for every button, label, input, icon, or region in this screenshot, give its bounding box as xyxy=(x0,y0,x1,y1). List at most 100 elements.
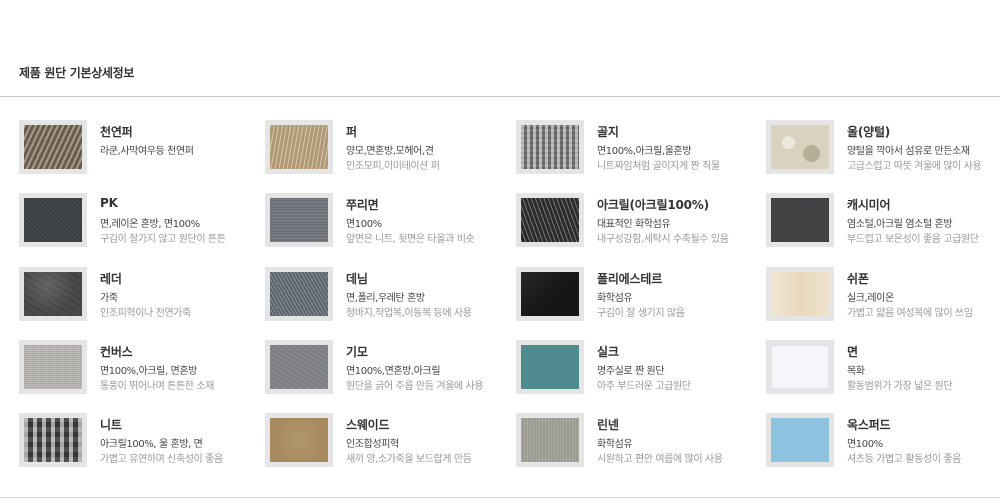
fabric-name: 스웨이드 xyxy=(346,418,390,432)
fabric-description: 아주 부드러운 고급원단 xyxy=(597,381,691,392)
fabric-thumbnail xyxy=(265,120,333,174)
fabric-name: 캐시미어 xyxy=(847,198,891,212)
fabric-item: 아크릴(아크릴100%) 대표적인 화학섬유 내구성강함,세탁시 수축될수 있음 xyxy=(516,193,766,249)
fabric-name: 면 xyxy=(847,345,858,359)
fabric-thumbnail xyxy=(516,413,584,467)
fabric-item: 옥스퍼드 면100% 셔츠등 가볍고 활동성이 좋음 xyxy=(766,413,1000,469)
fabric-material: 면100%,면혼방,아크릴 xyxy=(346,366,441,377)
fabric-description: 시원하고 편안 여름에 많이 사용 xyxy=(597,454,723,465)
fabric-item: 캐시미어 염소털,아크릴 염소털 혼방 부드럽고 보온성이 좋음 고급원단 xyxy=(766,193,1000,249)
fabric-item: 울(양털) 양털을 깍아서 섬유로 만든소재 고급스럽고 따뜻 겨울에 많이 사… xyxy=(766,120,1000,176)
fabric-thumbnail xyxy=(766,193,834,247)
fabric-name: 레더 xyxy=(100,272,122,286)
fabric-material: 대표적인 화학섬유 xyxy=(597,219,671,230)
fabric-item: 레더 가죽 인조피혁이나 천연가죽 xyxy=(19,267,269,323)
fabric-material: 염소털,아크릴 염소털 혼방 xyxy=(847,219,953,230)
fabric-thumbnail xyxy=(265,193,333,247)
fabric-thumbnail xyxy=(766,120,834,174)
fabric-name: 니트 xyxy=(100,418,122,432)
section-title: 제품 원단 기본상세정보 xyxy=(19,66,135,80)
fabric-description: 구김이 잘 생기지 않음 xyxy=(597,308,685,319)
fabric-description: 활동범위가 가장 넓은 원단 xyxy=(847,381,953,392)
fabric-thumbnail xyxy=(516,267,584,321)
fabric-name: 옥스퍼드 xyxy=(847,418,891,432)
fabric-swatch xyxy=(270,272,328,316)
fabric-item: 골지 면100%,아크릴,울혼방 니트짜임처럼 골이지게 짠 직물 xyxy=(516,120,766,176)
fabric-swatch xyxy=(24,125,82,169)
fabric-description: 원단을 긁어 주름 만듬 겨울에 사용 xyxy=(346,381,484,392)
fabric-swatch xyxy=(521,125,579,169)
fabric-name: 천연퍼 xyxy=(100,125,133,139)
bottom-divider xyxy=(0,497,1000,498)
fabric-swatch xyxy=(270,345,328,389)
fabric-material: 면100%,아크릴, 면혼방 xyxy=(100,366,197,377)
fabric-item: 폴리에스테르 화학섬유 구김이 잘 생기지 않음 xyxy=(516,267,766,323)
fabric-description: 통풍이 뛰어나며 튼튼한 소재 xyxy=(100,381,214,392)
fabric-swatch xyxy=(771,198,829,242)
fabric-swatch xyxy=(24,272,82,316)
fabric-item: 컨버스 면100%,아크릴, 면혼방 통풍이 뛰어나며 튼튼한 소재 xyxy=(19,340,269,396)
fabric-swatch xyxy=(771,125,829,169)
fabric-thumbnail xyxy=(516,193,584,247)
fabric-name: 쉬폰 xyxy=(847,272,869,286)
fabric-material: 면100% xyxy=(346,219,382,230)
fabric-item: 린넨 화학섬유 시원하고 편안 여름에 많이 사용 xyxy=(516,413,766,469)
fabric-material: 면,레이온 혼방, 면100% xyxy=(100,219,200,230)
fabric-swatch xyxy=(24,418,82,462)
fabric-material: 면100% xyxy=(847,439,883,450)
fabric-name: 울(양털) xyxy=(847,125,891,139)
fabric-thumbnail xyxy=(265,340,333,394)
fabric-item: 니트 아크릴100%, 울 혼방, 면 가볍고 유연하며 신축성이 좋음 xyxy=(19,413,269,469)
fabric-item: 쉬폰 실크,레이온 가볍고 얇음 여성복에 많이 쓰임 xyxy=(766,267,1000,323)
fabric-name: 골지 xyxy=(597,125,619,139)
fabric-thumbnail xyxy=(766,340,834,394)
fabric-name: 기모 xyxy=(346,345,368,359)
fabric-material: 아크릴100%, 울 혼방, 면 xyxy=(100,439,203,450)
fabric-item: 스웨이드 인조합성피혁 새끼 양,소가죽을 보드랍게 만듬 xyxy=(265,413,515,469)
fabric-description: 고급스럽고 따뜻 겨울에 많이 사용 xyxy=(847,161,982,172)
fabric-thumbnail xyxy=(766,413,834,467)
fabric-description: 가볍고 유연하며 신축성이 좋음 xyxy=(100,454,223,465)
fabric-material: 양털을 깍아서 섬유로 만든소재 xyxy=(847,146,970,157)
fabric-item: 천연퍼 라쿤,사막여우등 천연퍼 xyxy=(19,120,269,176)
fabric-thumbnail xyxy=(19,413,87,467)
fabric-item: 면 목화 활동범위가 가장 넓은 원단 xyxy=(766,340,1000,396)
fabric-name: 린넨 xyxy=(597,418,619,432)
fabric-description: 인조모피,이미테이션 퍼 xyxy=(346,161,440,172)
fabric-description: 내구성강함,세탁시 수축될수 있음 xyxy=(597,234,729,245)
fabric-description: 니트짜임처럼 골이지게 짠 직물 xyxy=(597,161,720,172)
fabric-material: 양모,면혼방,모헤어,견 xyxy=(346,146,434,157)
fabric-name: 폴리에스테르 xyxy=(597,272,663,286)
fabric-swatch xyxy=(771,345,829,389)
fabric-material: 명주실로 짠 원단 xyxy=(597,366,665,377)
fabric-thumbnail xyxy=(516,120,584,174)
fabric-swatch xyxy=(24,345,82,389)
fabric-material: 가죽 xyxy=(100,293,118,304)
fabric-description: 청바지,작업복,이동복 등에 사용 xyxy=(346,308,472,319)
fabric-thumbnail xyxy=(265,267,333,321)
fabric-item: PK 면,레이온 혼방, 면100% 구김이 잘가지 않고 원단이 튼튼 xyxy=(19,193,269,249)
fabric-thumbnail xyxy=(516,340,584,394)
fabric-item: 실크 명주실로 짠 원단 아주 부드러운 고급원단 xyxy=(516,340,766,396)
fabric-swatch xyxy=(270,125,328,169)
fabric-description: 앞면은 니트, 뒷면은 타올과 비슷 xyxy=(346,234,475,245)
fabric-description: 새끼 양,소가죽을 보드랍게 만듬 xyxy=(346,454,472,465)
fabric-item: 데님 면,폴리,우레탄 혼방 청바지,작업복,이동복 등에 사용 xyxy=(265,267,515,323)
fabric-description: 셔츠등 가볍고 활동성이 좋음 xyxy=(847,454,961,465)
fabric-material: 실크,레이온 xyxy=(847,293,894,304)
fabric-swatch xyxy=(521,272,579,316)
fabric-material: 면100%,아크릴,울혼방 xyxy=(597,146,692,157)
fabric-thumbnail xyxy=(19,193,87,247)
fabric-swatch xyxy=(270,198,328,242)
fabric-swatch xyxy=(771,418,829,462)
fabric-description: 부드럽고 보온성이 좋음 고급원단 xyxy=(847,234,979,245)
fabric-description: 구김이 잘가지 않고 원단이 튼튼 xyxy=(100,234,226,245)
fabric-swatch xyxy=(521,345,579,389)
fabric-name: PK xyxy=(100,196,118,210)
fabric-swatch xyxy=(771,272,829,316)
fabric-name: 퍼 xyxy=(346,125,357,139)
fabric-grid: 천연퍼 라쿤,사막여우등 천연퍼 퍼 양모,면혼방,모헤어,견 인조모피,이미테… xyxy=(0,120,1000,490)
fabric-thumbnail xyxy=(19,267,87,321)
fabric-name: 실크 xyxy=(597,345,619,359)
fabric-material: 면,폴리,우레탄 혼방 xyxy=(346,293,425,304)
